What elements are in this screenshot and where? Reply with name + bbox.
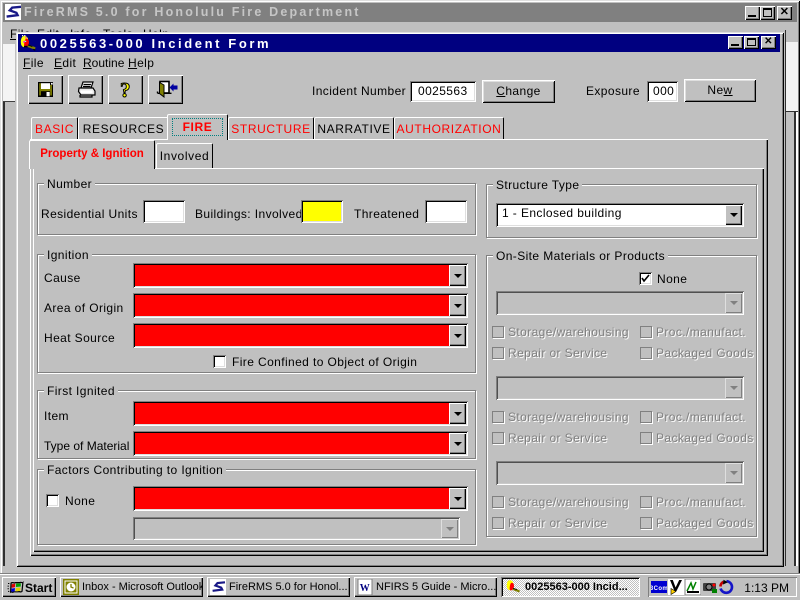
svg-text:W: W: [360, 583, 370, 594]
svg-text:3Com: 3Com: [651, 586, 667, 592]
svg-text:?: ?: [120, 78, 131, 102]
